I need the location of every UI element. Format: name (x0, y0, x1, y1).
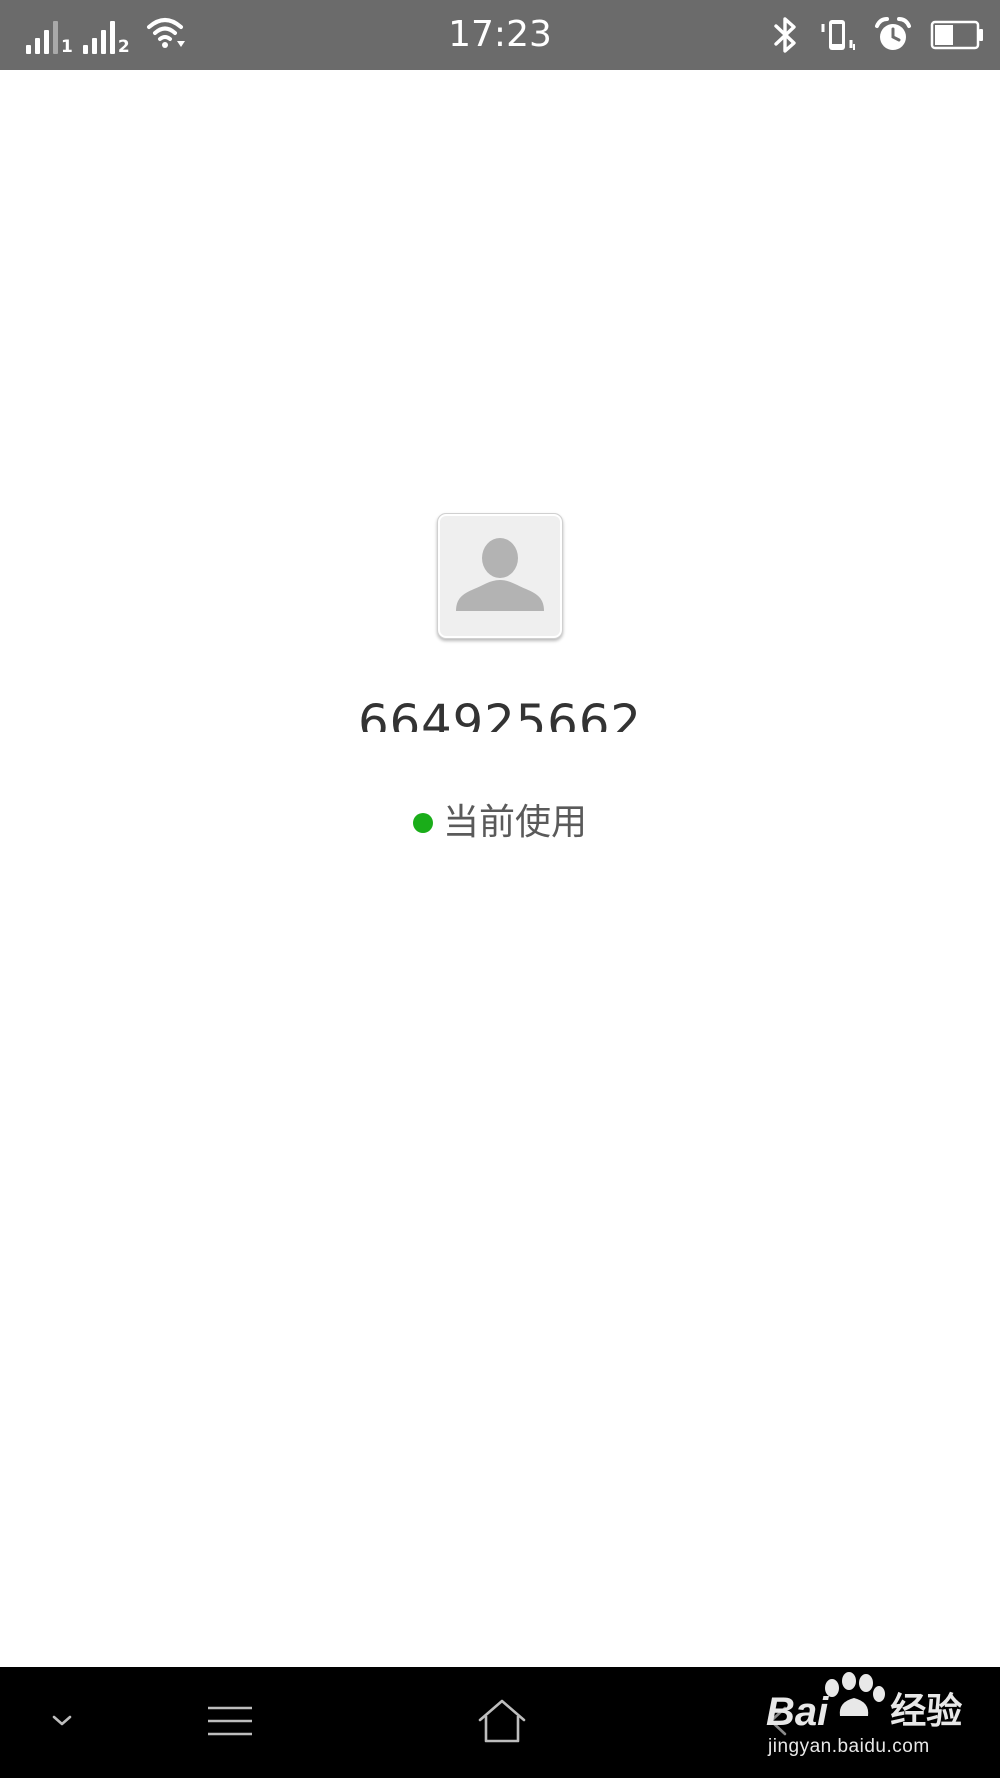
battery-icon (930, 20, 984, 50)
status-bar: 1 2 17:23 (0, 0, 1000, 70)
default-avatar-icon[interactable] (437, 513, 563, 639)
chevron-down-icon (51, 1713, 73, 1732)
home-icon (477, 1698, 527, 1748)
current-status: 当前使用 (0, 800, 1000, 846)
bluetooth-icon (770, 16, 800, 54)
menu-icon (206, 1705, 254, 1741)
watermark-logo: Bai 经验 (766, 1690, 963, 1734)
menu-button[interactable] (190, 1667, 270, 1778)
account-number: 664925662 (0, 692, 1000, 732)
watermark-logo-suffix: 经验 (890, 1691, 963, 1732)
status-label: 当前使用 (442, 802, 587, 843)
status-right-group (752, 14, 984, 56)
collapse-button[interactable] (30, 1667, 94, 1778)
alarm-icon (874, 16, 912, 54)
account-number-text: 664925662 (358, 695, 642, 732)
vibrate-icon (818, 16, 856, 54)
online-status-dot (412, 813, 433, 833)
watermark-logo-text: Bai (766, 1690, 829, 1734)
watermark-url: jingyan.baidu.com (768, 1736, 930, 1757)
home-button[interactable] (460, 1667, 544, 1778)
baidu-jingyan-watermark: Bai 经验 jingyan.baidu.com (760, 1672, 996, 1764)
